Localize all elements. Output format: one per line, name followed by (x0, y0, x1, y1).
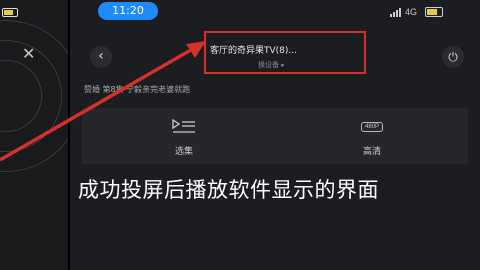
status-time: 11:20 (98, 2, 158, 20)
network-label: 4G (405, 7, 418, 17)
control-card: 选集 480P 高清 (82, 108, 468, 164)
episode-select-button[interactable]: 选集 (154, 118, 214, 157)
episode-select-label: 选集 (174, 147, 193, 157)
status-bar-right: 4G (390, 6, 444, 18)
signal-icon (390, 7, 401, 17)
quality-label: 高清 (362, 147, 381, 157)
device-title: 客厅的奇异果TV(8)... (210, 46, 297, 56)
back-button[interactable]: ‹ (90, 46, 112, 68)
quality-badge-icon: 480P (360, 122, 383, 132)
battery-icon (425, 7, 444, 17)
change-device-link[interactable]: 换设备 ▸ (258, 60, 285, 70)
phone-screen: 11:20 4G ‹ ⏻ 客厅的奇异果TV(8)... 换设备 ▸ 赞婚 第8集… (70, 0, 480, 270)
left-panel: ✕ (0, 0, 68, 270)
playlist-icon (154, 118, 214, 136)
close-icon[interactable]: ✕ (22, 44, 35, 63)
overlay-caption: 成功投屏后播放软件显示的界面 (78, 178, 379, 202)
power-button[interactable]: ⏻ (442, 46, 464, 68)
battery-icon (2, 8, 18, 17)
episode-info: 赞婚 第8集 宁毅亲完老婆就跑 (84, 85, 191, 94)
quality-button[interactable]: 480P 高清 (342, 118, 402, 157)
power-icon: ⏻ (448, 50, 458, 64)
chevron-left-icon: ‹ (98, 48, 104, 64)
